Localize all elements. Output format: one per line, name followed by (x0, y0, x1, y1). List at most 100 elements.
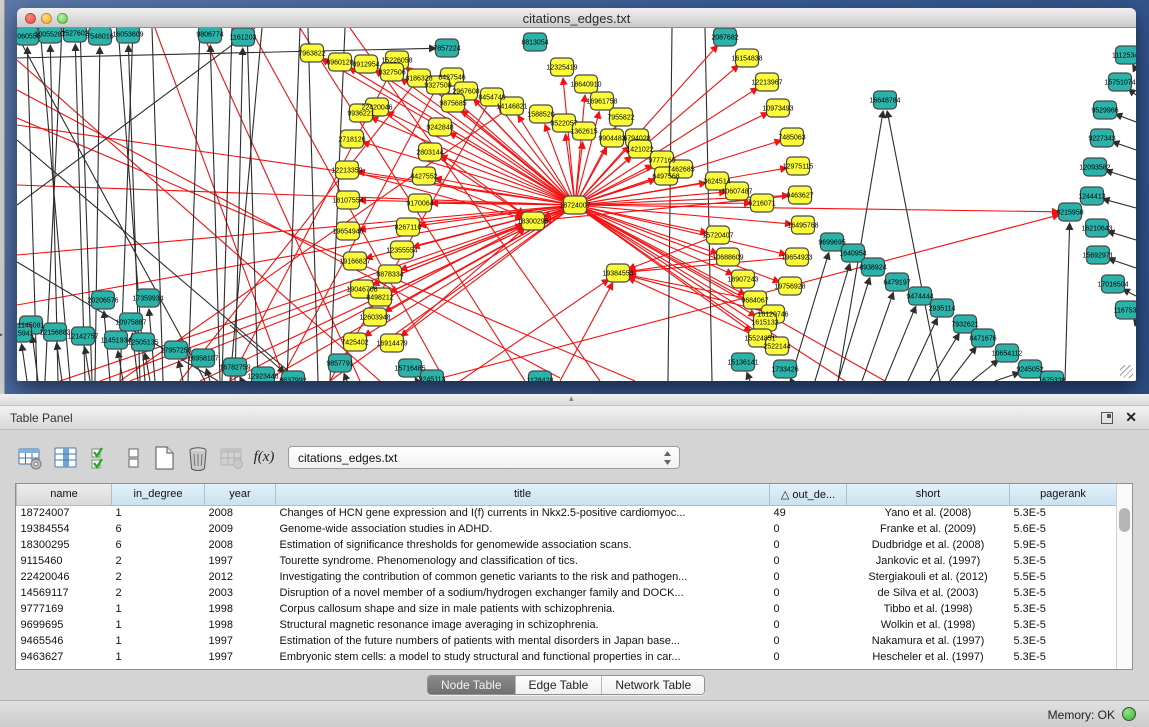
network-edge[interactable] (210, 46, 220, 381)
network-edge[interactable] (1108, 232, 1136, 240)
table-cell[interactable]: 18300295 (17, 537, 112, 553)
table-cell[interactable]: 0 (770, 649, 847, 665)
network-edge[interactable] (32, 337, 38, 381)
table-cell[interactable]: 1 (112, 617, 205, 633)
column-header-out_de[interactable]: △ out_de... (770, 484, 847, 505)
splitter-handle-icon[interactable]: ▴ (569, 393, 574, 404)
table-cell[interactable]: Genome-wide association studies in ADHD. (276, 521, 770, 537)
table-cell[interactable]: 6 (112, 521, 205, 537)
table-cell[interactable]: Nakamura et al. (1997) (847, 633, 1010, 649)
table-cell[interactable]: Wolkin et al. (1998) (847, 617, 1010, 633)
table-cell[interactable]: 1997 (205, 633, 276, 649)
network-edge[interactable] (563, 79, 575, 205)
tab-network-table[interactable]: Network Table (601, 676, 704, 694)
panel-expand-arrow[interactable]: ▸ (0, 330, 3, 339)
network-edge[interactable] (862, 293, 893, 381)
network-edge[interactable] (416, 379, 417, 381)
table-cell[interactable]: 5.3E-5 (1010, 601, 1117, 617)
column-header-year[interactable]: year (205, 484, 276, 505)
panel-splitter[interactable]: ▴ (0, 394, 1149, 406)
table-scrollbar[interactable] (1116, 484, 1132, 669)
table-cell[interactable]: 0 (770, 569, 847, 585)
table-cell[interactable]: 9777169 (17, 601, 112, 617)
network-edge[interactable] (247, 28, 258, 381)
table-scrollbar-thumb[interactable] (1119, 508, 1130, 532)
table-cell[interactable]: 22420046 (17, 569, 112, 585)
table-cell[interactable]: 5.6E-5 (1010, 521, 1117, 537)
table-cell[interactable]: 1997 (205, 649, 276, 665)
select-column-icon[interactable] (52, 444, 80, 472)
table-row[interactable]: 2242004622012Investigating the contribut… (17, 569, 1117, 585)
table-cell[interactable]: 0 (770, 617, 847, 633)
table-cell[interactable]: 5.3E-5 (1010, 617, 1117, 633)
network-edge[interactable] (240, 378, 242, 381)
table-cell[interactable]: 9465546 (17, 633, 112, 649)
network-edge[interactable] (950, 348, 976, 381)
select-all-checks-icon[interactable] (88, 444, 116, 472)
table-settings-icon[interactable] (16, 444, 44, 472)
table-cell[interactable]: de Silva et al. (2003) (847, 585, 1010, 601)
table-cell[interactable]: Yano et al. (2008) (847, 505, 1010, 521)
table-cell[interactable]: 2009 (205, 521, 276, 537)
table-row[interactable]: 1456911722003Disruption of a novel membe… (17, 585, 1117, 601)
column-header-in_degree[interactable]: in_degree (112, 484, 205, 505)
table-cell[interactable]: 0 (770, 537, 847, 553)
table-cell[interactable]: 19384554 (17, 521, 112, 537)
import-table-icon[interactable] (218, 444, 246, 472)
network-edge[interactable] (460, 280, 608, 381)
table-row[interactable]: 1872400712008Changes of HCN gene express… (17, 505, 1117, 521)
table-cell[interactable]: Disruption of a novel member of a sodium… (276, 585, 770, 601)
network-window[interactable]: citations_edges.txt 18724007183002957963… (17, 8, 1136, 381)
tab-edge-table[interactable]: Edge Table (515, 676, 602, 694)
network-edge[interactable] (838, 278, 869, 381)
close-panel-icon[interactable]: ✕ (1125, 409, 1137, 426)
table-cell[interactable]: 5.3E-5 (1010, 633, 1117, 649)
network-edge[interactable] (1124, 290, 1136, 296)
table-row[interactable]: 1830029562008Estimation of significance … (17, 537, 1117, 553)
network-edge[interactable] (1133, 65, 1136, 70)
table-cell[interactable]: 2008 (205, 537, 276, 553)
table-cell[interactable]: 14569117 (17, 585, 112, 601)
table-cell[interactable]: Corpus callosum shape and size in male p… (276, 601, 770, 617)
network-edge[interactable] (17, 205, 575, 255)
network-window-titlebar[interactable]: citations_edges.txt (17, 8, 1136, 28)
column-header-pagerank[interactable]: pagerank (1010, 484, 1117, 505)
network-edge[interactable] (424, 176, 522, 216)
network-edge[interactable] (908, 319, 937, 381)
tab-node-table[interactable]: Node Table (428, 676, 515, 694)
table-row[interactable]: 946362711997Embryonic stem cells: a mode… (17, 649, 1117, 665)
network-edge[interactable] (344, 374, 347, 381)
network-edge[interactable] (441, 156, 575, 205)
table-cell[interactable]: Jankovic et al. (1997) (847, 553, 1010, 569)
rows-icon[interactable] (120, 444, 148, 472)
network-edge[interactable] (1129, 90, 1136, 95)
table-cell[interactable]: Dudbridge et al. (2008) (847, 537, 1010, 553)
table-cell[interactable]: Estimation of the future numbers of pati… (276, 633, 770, 649)
network-edge[interactable] (972, 360, 998, 381)
table-cell[interactable]: 18724007 (17, 505, 112, 521)
network-edge[interactable] (17, 28, 255, 205)
table-row[interactable]: 946554611997Estimation of the future num… (17, 633, 1117, 649)
network-edge[interactable] (1104, 199, 1136, 208)
table-cell[interactable]: 1 (112, 601, 205, 617)
table-cell[interactable]: 1997 (205, 553, 276, 569)
table-cell[interactable]: Hescheler et al. (1997) (847, 649, 1010, 665)
network-edge[interactable] (1109, 259, 1136, 268)
table-cell[interactable]: 0 (770, 553, 847, 569)
table-cell[interactable]: Embryonic stem cells: a model to study s… (276, 649, 770, 665)
table-cell[interactable]: 2 (112, 569, 205, 585)
table-cell[interactable]: 9699695 (17, 617, 112, 633)
table-cell[interactable]: 1998 (205, 617, 276, 633)
network-edge[interactable] (1065, 224, 1070, 381)
table-cell[interactable]: 0 (770, 601, 847, 617)
column-header-name[interactable]: name (17, 484, 112, 505)
network-edge[interactable] (152, 28, 163, 381)
table-cell[interactable]: 5.3E-5 (1010, 505, 1117, 521)
table-cell[interactable]: Stergiakouli et al. (2012) (847, 569, 1010, 585)
table-cell[interactable]: 5.5E-5 (1010, 569, 1117, 585)
network-table-select[interactable]: citations_edges.txt (288, 446, 680, 469)
network-edge[interactable] (1113, 142, 1136, 150)
table-cell[interactable]: 5.3E-5 (1010, 585, 1117, 601)
network-edge[interactable] (145, 354, 150, 381)
table-cell[interactable]: 0 (770, 633, 847, 649)
